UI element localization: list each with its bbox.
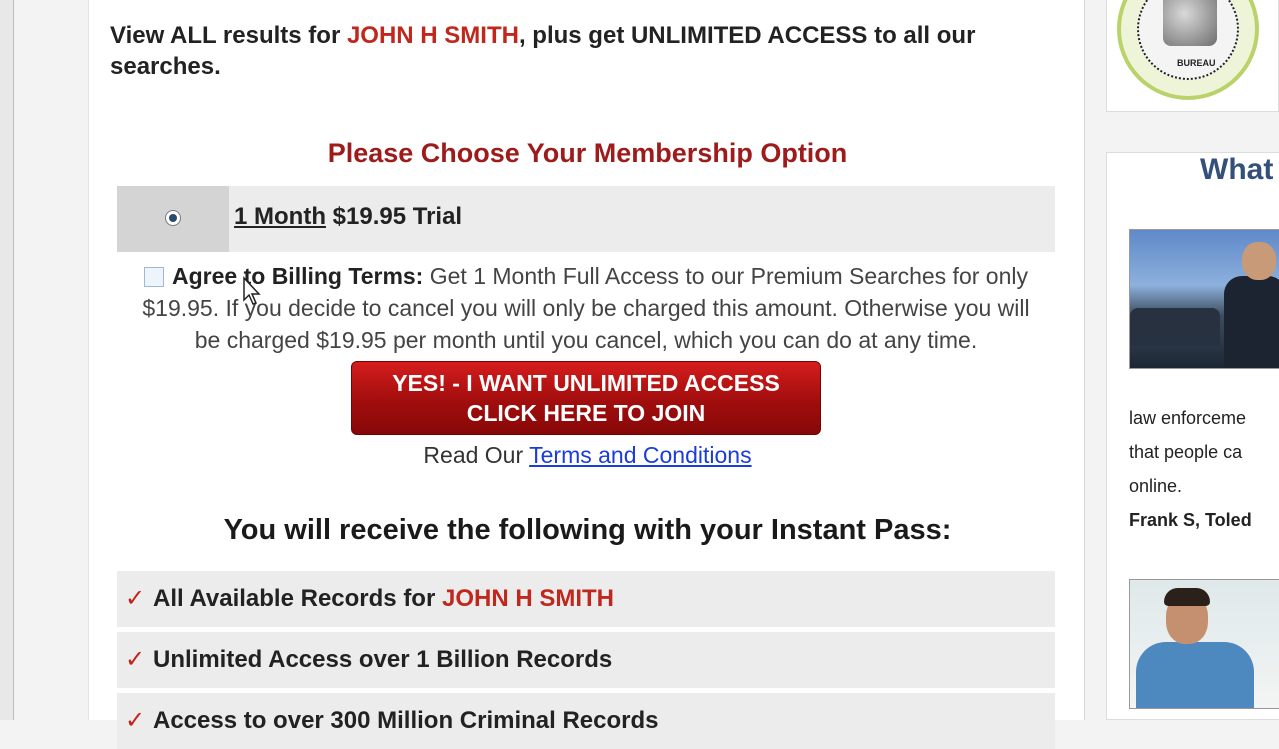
check-mark-icon: ✓	[125, 585, 146, 612]
membership-title: Please Choose Your Membership Option	[327, 138, 848, 168]
membership-option-label[interactable]: 1 Month $19.95 Trial	[234, 203, 462, 231]
benefits-title: You will receive the following with your…	[223, 514, 952, 546]
badge-text: BUREAU	[1177, 58, 1216, 68]
check-mark-icon: ✓	[125, 707, 146, 734]
radio-cell	[117, 186, 229, 252]
intro-text: View ALL results for JOHN H SMITH, plus …	[110, 22, 976, 80]
radio-button-icon[interactable]	[165, 210, 181, 226]
mouse-pointer-icon	[243, 276, 261, 305]
terms-line: Read Our Terms and Conditions	[423, 442, 752, 468]
testimonials-panel: What law enforceme that people ca online…	[1106, 152, 1279, 720]
testimonial-quote: law enforceme that people ca online. Fra…	[1129, 401, 1252, 537]
billing-terms: Agree to Billing Terms: Get 1 Month Full…	[127, 260, 1045, 356]
benefit-item: ✓ Access to over 300 Million Criminal Re…	[117, 693, 1055, 749]
testimonials-title: What	[1200, 153, 1274, 186]
badge-seal: BUREAU	[1117, 0, 1259, 100]
option-price: $19.95 Trial	[332, 203, 463, 230]
option-duration[interactable]: 1 Month	[234, 203, 326, 230]
benefit-item: ✓ All Available Records for JOHN H SMITH	[117, 571, 1055, 627]
membership-option-row[interactable]: 1 Month $19.95 Trial	[117, 186, 1055, 252]
check-mark-icon: ✓	[125, 646, 146, 673]
join-button[interactable]: YES! - I WANT UNLIMITED ACCESS CLICK HER…	[351, 361, 821, 435]
terms-link[interactable]: Terms and Conditions	[529, 442, 751, 468]
join-button-line2: CLICK HERE TO JOIN	[466, 400, 706, 426]
main-content: View ALL results for JOHN H SMITH, plus …	[88, 0, 1085, 749]
benefit-item: ✓ Unlimited Access over 1 Billion Record…	[117, 632, 1055, 688]
testimonial-author: Frank S, Toled	[1129, 510, 1252, 530]
browser-left-edge	[0, 0, 14, 720]
trust-badge: BUREAU	[1106, 0, 1279, 112]
badge-emblem-icon	[1163, 0, 1217, 46]
searched-name: JOHN H SMITH	[346, 22, 519, 49]
agree-checkbox-icon[interactable]	[144, 267, 165, 287]
man-photo	[1129, 579, 1279, 709]
agree-label[interactable]: Agree to Billing Terms:	[172, 263, 423, 289]
officer-photo	[1129, 229, 1279, 369]
join-button-line1: YES! - I WANT UNLIMITED ACCESS	[392, 370, 780, 396]
